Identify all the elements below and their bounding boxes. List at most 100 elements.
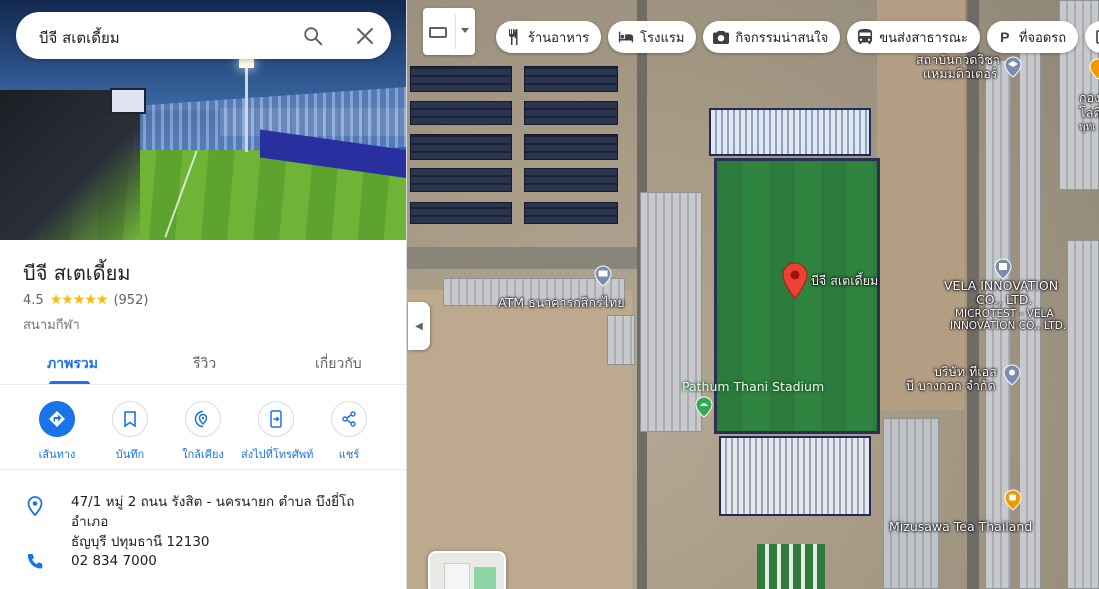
solar-panel-block — [410, 134, 512, 160]
address-line-1: 47/1 หมู่ 2 ถนน รังสิต - นครนายก ตำบล บึ… — [71, 494, 355, 530]
transit-icon — [857, 29, 873, 45]
layers-thumb-road — [444, 563, 470, 589]
company-poi-icon[interactable] — [1003, 364, 1021, 386]
edge-line-3: พุทเ — [1079, 122, 1096, 133]
solar-panel-block — [524, 202, 618, 224]
building-roof — [607, 315, 635, 365]
nearby-button[interactable]: ใกล้เคียง — [168, 401, 238, 463]
nearby-label: ใกล้เคียง — [182, 448, 224, 461]
map-label-edge[interactable]: กอง โลติ พุทเ — [1079, 90, 1099, 135]
send-to-phone-button[interactable]: ส่งไปที่โทรศัพท์ — [241, 401, 313, 463]
solar-panel-block — [524, 66, 618, 92]
tab-about[interactable]: เกี่ยวกับ — [315, 353, 362, 375]
map-label-atm[interactable]: ATM ธนาคารกสิกรไทย — [498, 296, 625, 310]
edge-line-1: กอง — [1079, 90, 1099, 105]
collapse-panel-button[interactable]: ◀ — [408, 302, 430, 350]
bookmark-icon — [112, 401, 148, 437]
save-button[interactable]: บันทึก — [95, 401, 165, 463]
map-label-vela[interactable]: VELA INNOVATION CO., LTD. — [944, 279, 1058, 307]
dirt-lot — [407, 290, 632, 589]
map-label-pathum-stadium[interactable]: Pathum Thani Stadium — [682, 380, 824, 394]
atm-poi-icon[interactable] — [594, 265, 612, 287]
camera-icon — [713, 29, 730, 45]
category-chips: ร้านอาหาร โรงแรม กิจกรรมน่าสนใจ ขนส่งสาธ… — [496, 21, 1099, 53]
vela-line-1: VELA INNOVATION — [944, 278, 1059, 293]
share-icon — [331, 401, 367, 437]
map-label-company[interactable]: บริษัท ทีเอส บี บางกอก จำกัด — [906, 364, 997, 393]
chip-restaurants[interactable]: ร้านอาหาร — [496, 21, 602, 53]
cafe-poi-icon[interactable] — [1004, 489, 1022, 511]
orange-poi-icon[interactable] — [1089, 58, 1099, 80]
send-to-phone-icon — [258, 401, 294, 437]
search-box[interactable]: บีจี สเตเดี้ยม — [16, 12, 391, 59]
chevron-down-icon[interactable] — [461, 28, 469, 33]
rating-value: 4.5 — [23, 292, 44, 308]
microtest-line-2: INNOVATION CO., LTD. — [950, 320, 1067, 332]
place-pin-icon[interactable] — [782, 262, 808, 300]
chip-parking[interactable]: P ที่จอดรถ — [986, 21, 1079, 53]
school-poi-icon[interactable] — [1004, 56, 1022, 78]
map-label-mizusawa[interactable]: Mizusawa Tea Thailand — [889, 520, 1032, 534]
directions-label: เส้นทาง — [38, 448, 76, 461]
warehouse-roof — [883, 418, 939, 589]
row-buildings — [1067, 240, 1099, 589]
solar-panel-block — [410, 168, 512, 192]
phone-icon — [27, 554, 43, 569]
tab-overview[interactable]: ภาพรวม — [47, 353, 98, 375]
review-count[interactable]: (952) — [113, 293, 148, 308]
chip-label: โรงแรม — [640, 30, 685, 46]
map-label-microtest[interactable]: MICROTEST - VELA INNOVATION CO., LTD. — [950, 308, 1066, 332]
building-poi-icon[interactable] — [994, 258, 1012, 280]
keyboard-icon — [429, 27, 447, 38]
solar-panel-block — [410, 101, 512, 125]
restaurant-icon — [506, 29, 522, 45]
map-label-school[interactable]: สถาบันกวดวิชา แหม่มติวเตอร์ — [916, 53, 1000, 81]
map-label-stadium[interactable]: บีจี สเตเดี้ยม — [811, 274, 878, 288]
photo-floodlight — [239, 58, 254, 152]
photo-scoreboard — [110, 88, 146, 114]
search-input[interactable]: บีจี สเตเดี้ยม — [39, 26, 120, 50]
close-icon[interactable] — [355, 26, 375, 46]
action-buttons: เส้นทาง บันทึก ใกล้เคียง ส่งไปที่โทรศัพท… — [0, 385, 406, 470]
park-poi-icon[interactable] — [695, 396, 713, 418]
chip-pharmacy[interactable]: ร้ — [1085, 21, 1099, 53]
directions-icon — [39, 401, 75, 437]
save-label: บันทึก — [115, 448, 145, 461]
address-text: 47/1 หมู่ 2 ถนน รังสิต - นครนายก ตำบล บึ… — [71, 492, 391, 552]
solar-panel-block — [524, 168, 618, 192]
chevron-left-icon: ◀ — [415, 320, 423, 332]
active-tab-indicator — [49, 381, 90, 384]
chip-transit[interactable]: ขนส่งสาธารณะ — [847, 21, 980, 53]
location-pin-icon — [27, 496, 43, 517]
place-category[interactable]: สนามกีฬา — [23, 314, 80, 335]
tab-reviews[interactable]: รีวิว — [193, 353, 216, 375]
search-icon[interactable] — [302, 25, 324, 47]
share-button[interactable]: แชร์ — [314, 401, 384, 463]
company-line-2: บี บางกอก จำกัด — [906, 378, 996, 393]
chip-hotels[interactable]: โรงแรม — [608, 21, 697, 53]
place-tabs: ภาพรวม รีวิว เกี่ยวกับ — [0, 338, 406, 385]
layers-toggle[interactable] — [428, 551, 506, 589]
chip-label: กิจกรรมน่าสนใจ — [735, 30, 829, 46]
address-line-2: ธัญบุรี ปทุมธานี 12130 — [71, 534, 210, 550]
input-tools-button[interactable] — [423, 8, 475, 55]
solar-panel-block — [524, 101, 618, 125]
chip-label: ร้านอาหาร — [528, 30, 590, 46]
star-rating-icon: ★★★★★ — [49, 292, 109, 308]
place-title: บีจี สเตเดี้ยม — [23, 261, 131, 285]
directions-button[interactable]: เส้นทาง — [22, 401, 92, 463]
company-line-1: บริษัท ทีเอส — [934, 364, 997, 379]
stadium-south-stand — [719, 436, 871, 516]
vela-line-2: CO., LTD. — [976, 292, 1033, 307]
nearby-icon — [185, 401, 221, 437]
divider — [455, 14, 456, 49]
solar-panel-block — [410, 66, 512, 92]
chip-things-to-do[interactable]: กิจกรรมน่าสนใจ — [703, 21, 841, 53]
rating-row[interactable]: 4.5 ★★★★★ (952) — [23, 292, 148, 308]
stadium-north-stand — [709, 108, 871, 156]
warehouse-roof — [640, 192, 702, 432]
greenhouse — [757, 544, 825, 589]
place-panel: บีจี สเตเดี้ยม 4.5 ★★★★★ (952) สนามกีฬา … — [0, 0, 407, 589]
hotel-icon — [618, 29, 634, 45]
school-line-2: แหม่มติวเตอร์ — [923, 66, 998, 81]
